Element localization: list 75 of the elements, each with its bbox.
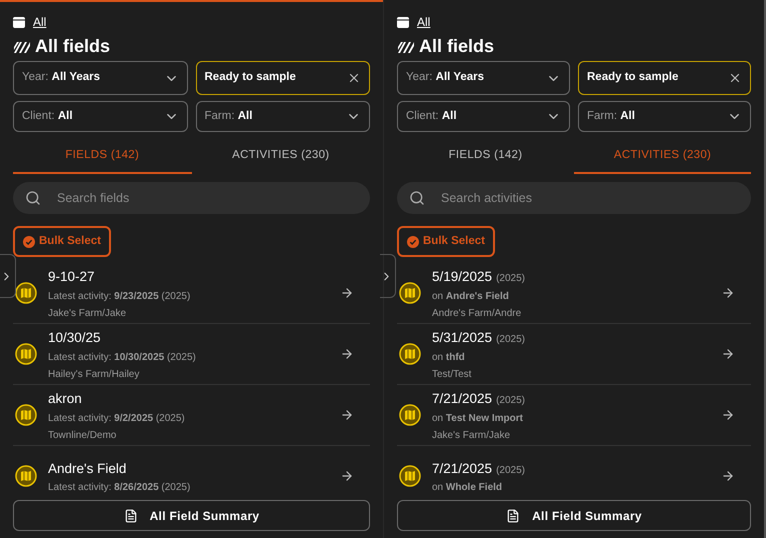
tab[interactable]: ACTIVITIES (230) — [192, 140, 370, 174]
calendar-icon — [397, 16, 409, 28]
page-title: All fields — [35, 34, 110, 58]
item-year: (2025) — [496, 333, 525, 348]
item-detail: Latest activity: 9/2/2025 (2025) — [48, 412, 186, 426]
map-icon — [15, 282, 37, 304]
page-title: All fields — [419, 34, 494, 58]
close-icon[interactable] — [347, 71, 361, 85]
map-icon — [399, 465, 421, 487]
arrow-right-icon[interactable] — [340, 469, 354, 483]
filter-dropdown[interactable]: Year: All Years — [397, 61, 570, 95]
item-location: Jake's Farm/Jake — [48, 306, 128, 321]
item-detail: Latest activity: 9/23/2025 (2025) — [48, 290, 192, 304]
arrow-right-icon[interactable] — [721, 286, 735, 300]
map-icon — [15, 465, 37, 487]
item-title: 7/21/2025 — [432, 390, 492, 408]
item-detail: on Andre's Field — [432, 290, 510, 304]
breadcrumb-link[interactable]: All — [417, 13, 430, 31]
item-title: akron — [48, 390, 82, 408]
filter-dropdown[interactable]: Farm: All — [578, 101, 751, 132]
map-icon — [15, 404, 37, 426]
arrow-right-icon[interactable] — [340, 347, 354, 361]
close-icon[interactable] — [728, 71, 742, 85]
item-location: Test/Test — [432, 368, 472, 382]
search-icon — [409, 190, 425, 206]
item-title: 5/19/2025 — [432, 268, 492, 286]
item-year: (2025) — [496, 464, 525, 478]
item-detail: Latest activity: 8/26/2025 (2025) — [48, 481, 192, 496]
item-title: Andre's Field — [48, 460, 126, 478]
status-filter-chip[interactable]: Ready to sample — [578, 61, 751, 95]
arrow-right-icon[interactable] — [721, 408, 735, 422]
bulk-select-button[interactable]: Bulk Select — [13, 226, 111, 257]
item-title: 5/31/2025 — [432, 329, 492, 348]
document-icon — [506, 508, 520, 522]
filter-dropdown[interactable]: Year: All Years — [13, 61, 188, 95]
check-circle-icon — [407, 236, 419, 248]
item-location: Hailey's Farm/Hailey — [48, 368, 140, 382]
map-icon — [399, 282, 421, 304]
map-icon — [399, 404, 421, 426]
calendar-icon — [13, 16, 25, 28]
filter-dropdown[interactable]: Client: All — [13, 101, 188, 132]
item-detail: on Whole Field — [432, 481, 504, 496]
search-field[interactable]: Search fields — [13, 182, 370, 214]
item-title: 9-10-27 — [48, 268, 95, 286]
breadcrumb-link[interactable]: All — [33, 13, 46, 31]
tab[interactable]: FIELDS (142) — [13, 140, 192, 174]
check-circle-icon — [23, 236, 35, 248]
summary-button[interactable]: All Field Summary — [13, 500, 370, 531]
item-title: 7/21/2025 — [432, 460, 492, 478]
map-icon — [15, 343, 37, 365]
tab[interactable]: FIELDS (142) — [397, 140, 574, 174]
item-detail: on Test New Import — [432, 412, 524, 426]
item-year: (2025) — [496, 394, 525, 408]
search-field[interactable]: Search activities — [397, 182, 751, 214]
bulk-select-button[interactable]: Bulk Select — [397, 226, 495, 257]
summary-button[interactable]: All Field Summary — [397, 500, 751, 531]
item-detail: Latest activity: 10/30/2025 (2025) — [48, 350, 197, 365]
tab[interactable]: ACTIVITIES (230) — [574, 140, 751, 174]
item-year: (2025) — [496, 272, 525, 286]
item-location: Jake's Farm/Jake — [432, 428, 512, 443]
document-icon — [124, 508, 138, 522]
status-filter-chip[interactable]: Ready to sample — [196, 61, 370, 95]
item-location: Andre's Farm/Andre — [432, 306, 522, 321]
arrow-right-icon[interactable] — [340, 286, 354, 300]
filter-dropdown[interactable]: Farm: All — [196, 101, 370, 132]
search-icon — [25, 190, 41, 206]
arrow-right-icon[interactable] — [340, 408, 354, 422]
arrow-right-icon[interactable] — [721, 469, 735, 483]
filter-dropdown[interactable]: Client: All — [397, 101, 570, 132]
arrow-right-icon[interactable] — [721, 347, 735, 361]
item-detail: on thfd — [432, 350, 466, 365]
side-panel-handle[interactable] — [380, 254, 396, 298]
map-icon — [399, 343, 421, 365]
item-location: Townline/Demo — [48, 428, 118, 443]
item-title: 10/30/25 — [48, 329, 101, 348]
